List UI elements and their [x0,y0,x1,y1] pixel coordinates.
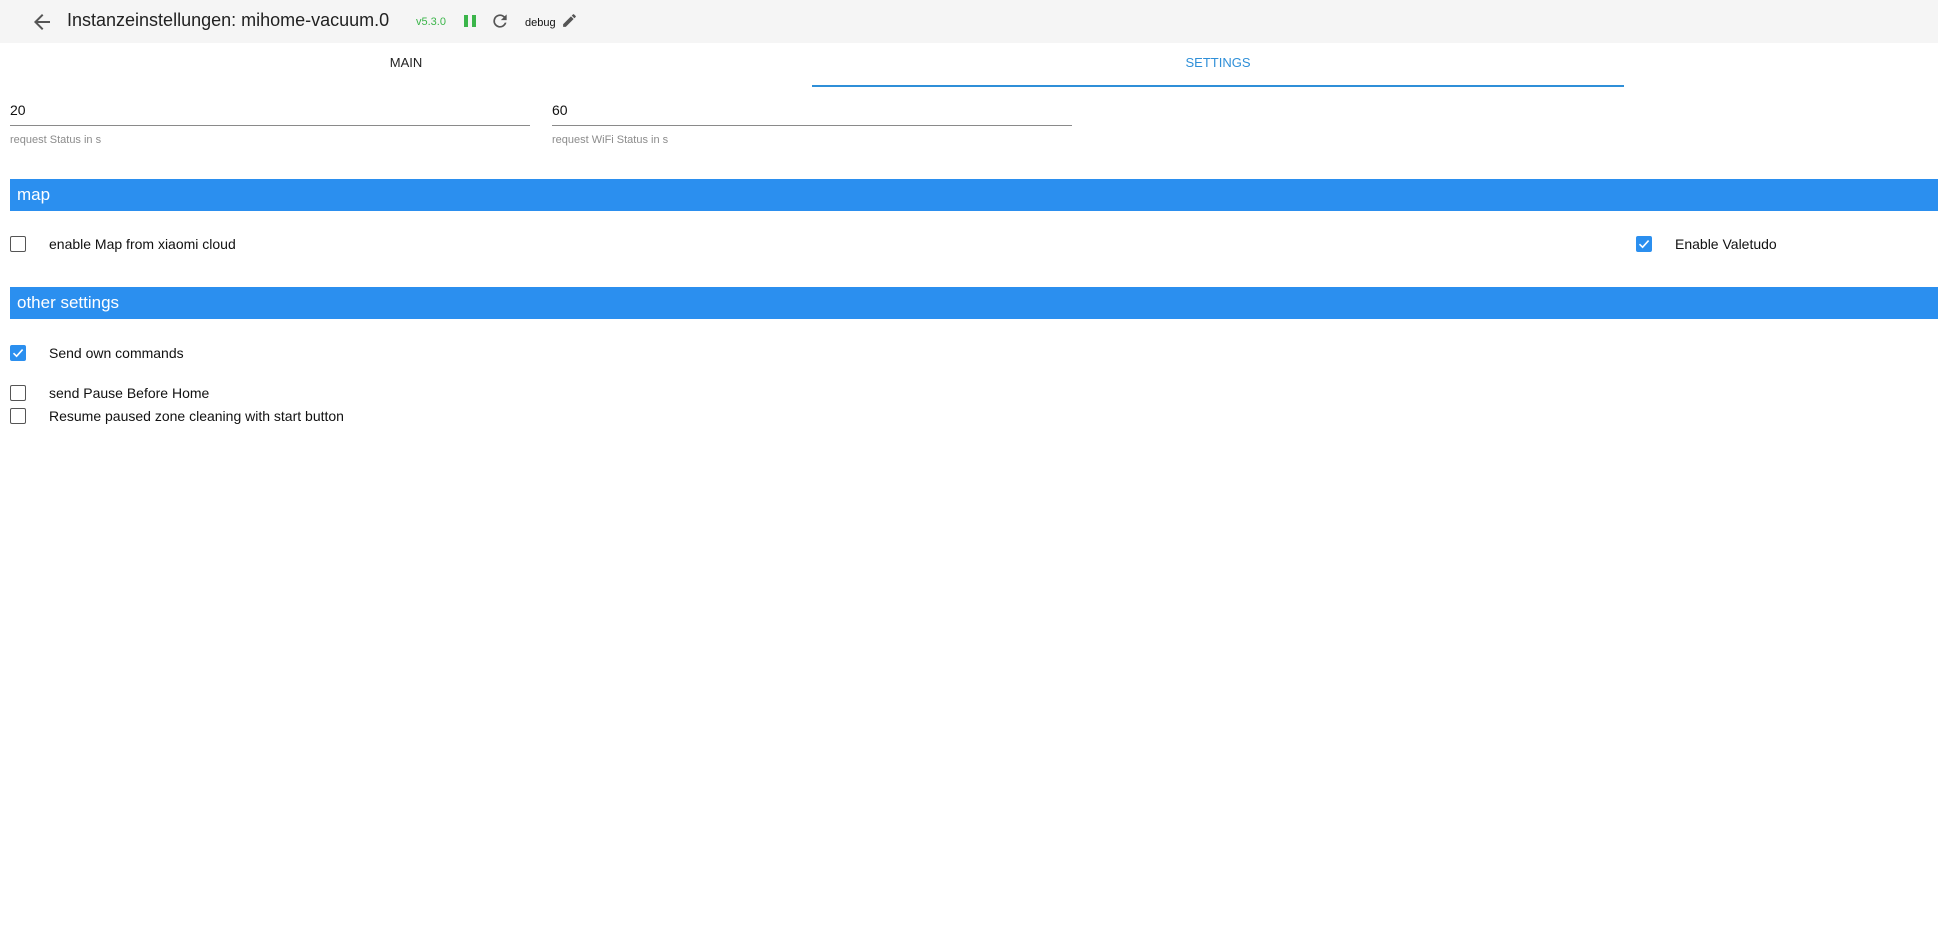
checkbox-box[interactable] [10,408,26,424]
reload-icon [493,14,507,28]
arrow-left-icon [34,14,50,30]
tab-settings[interactable]: SETTINGS [812,43,1624,87]
request-status-input[interactable] [10,98,530,126]
tab-main[interactable]: MAIN [0,43,812,85]
pause-button[interactable] [461,12,479,30]
request-status-help: request Status in s [10,134,102,146]
checkbox-box[interactable] [10,385,26,401]
back-button[interactable] [30,10,54,34]
pencil-icon [563,14,576,27]
top-bar: Instanzeinstellungen: mihome-vacuum.0 v5… [0,0,1938,44]
version-badge: v5.3.0 [416,16,446,28]
checkbox-box[interactable] [1636,236,1652,252]
enable-map-cloud-checkbox[interactable]: enable Map from xiaomi cloud [10,236,236,252]
checkmark-icon [12,349,24,358]
page-title: Instanzeinstellungen: mihome-vacuum.0 [67,10,390,30]
send-pause-before-home-checkbox[interactable]: send Pause Before Home [10,385,209,401]
enable-valetudo-checkbox[interactable]: Enable Valetudo [1636,236,1777,252]
checkbox-box[interactable] [10,236,26,252]
checkbox-label: send Pause Before Home [49,385,210,401]
resume-paused-zone-checkbox[interactable]: Resume paused zone cleaning with start b… [10,408,344,424]
checkbox-label: enable Map from xiaomi cloud [49,236,236,252]
request-wifi-help: request WiFi Status in s [552,134,669,146]
checkbox-label: Resume paused zone cleaning with start b… [49,408,344,424]
checkbox-box[interactable] [10,345,26,361]
section-header-map: map [10,179,1938,211]
checkbox-label: Enable Valetudo [1675,236,1777,252]
request-status-field: request Status in s [10,98,530,146]
checkbox-label: Send own commands [49,345,184,361]
request-wifi-input[interactable] [552,98,1072,126]
section-header-other-settings: other settings [10,287,1938,319]
request-wifi-field: request WiFi Status in s [552,98,1072,146]
send-own-commands-checkbox[interactable]: Send own commands [10,345,184,361]
pause-icon [464,15,476,27]
log-level-label: debug [525,17,556,29]
tab-bar: MAIN SETTINGS [0,43,1938,87]
reload-button[interactable] [490,11,510,31]
edit-log-level-button[interactable] [561,12,578,29]
checkmark-icon [1638,240,1650,249]
